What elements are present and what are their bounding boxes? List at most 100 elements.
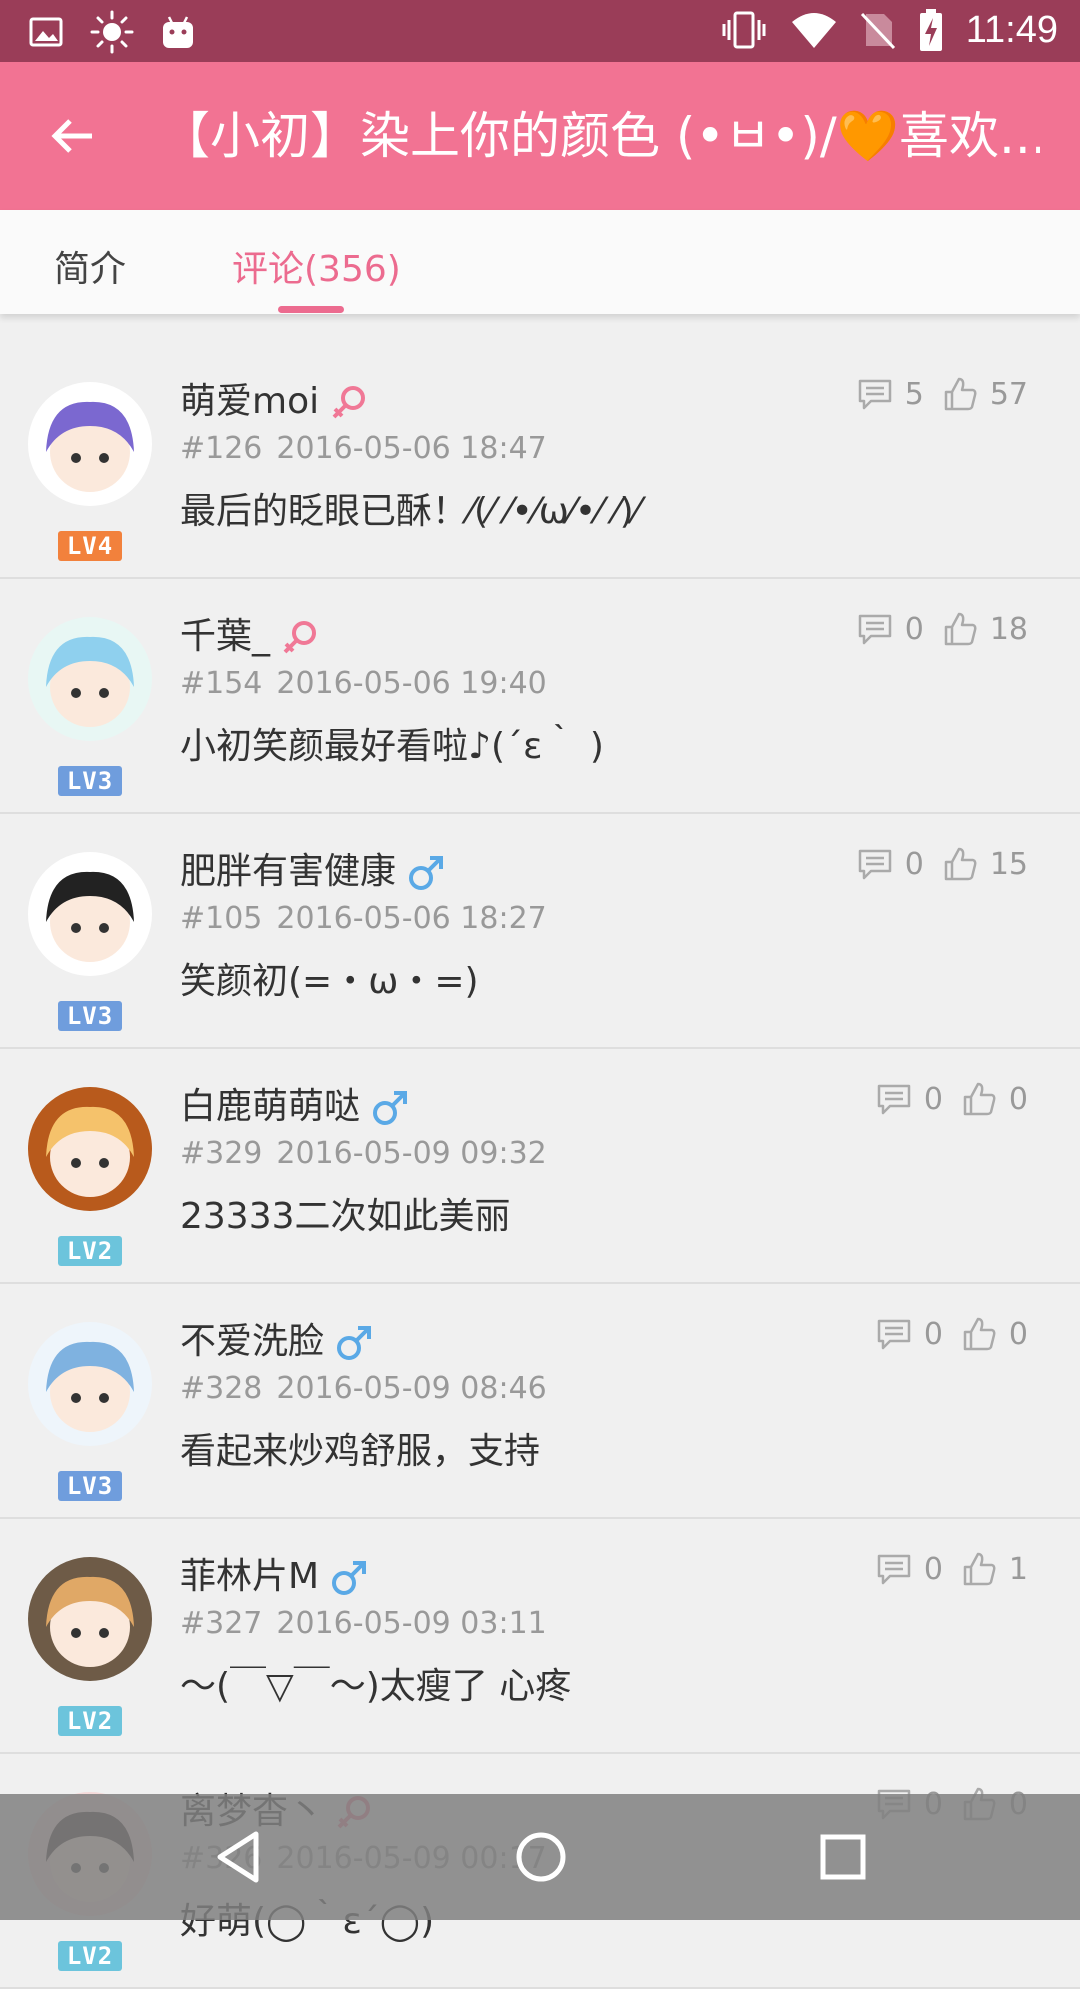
- floor-number: #328: [180, 1371, 263, 1406]
- level-badge: LV2: [58, 1706, 122, 1736]
- battery-charging-icon: [919, 9, 942, 51]
- level-badge: LV2: [58, 1941, 122, 1971]
- like-count: 18: [989, 611, 1028, 647]
- comment-meta: #327 2016-05-09 03:11: [180, 1606, 547, 1641]
- page-title: 【小初】染上你的颜色 (•ㅂ•)/🧡喜欢...: [160, 107, 1040, 165]
- male-icon: [332, 1561, 367, 1595]
- navigation-bar: [0, 1794, 1080, 1920]
- wifi-icon: [791, 13, 836, 48]
- floor-number: #327: [180, 1606, 263, 1641]
- reply-icon[interactable]: [857, 611, 893, 647]
- tab-intro[interactable]: 简介: [54, 240, 126, 292]
- like-icon[interactable]: [961, 1316, 997, 1352]
- username-text[interactable]: 白鹿萌萌哒: [180, 1086, 360, 1127]
- no-sim-icon: [860, 12, 895, 50]
- like-icon[interactable]: [961, 1551, 997, 1587]
- avatar[interactable]: [28, 617, 152, 741]
- reply-icon[interactable]: [876, 1316, 912, 1352]
- comment-item[interactable]: LV3 肥胖有害健康 #105 2016-05-06 18:27 笑颜初(=・ω・=) 0…: [0, 814, 1080, 1049]
- comment-item[interactable]: LV4 萌爱moi #126 2016-05-06 18:47 最后的眨眼已酥！⁄(⁄ …: [0, 344, 1080, 579]
- brightness-icon: [90, 10, 134, 54]
- timestamp: 2016-05-06 19:40: [276, 666, 547, 701]
- clock: 11:49: [965, 8, 1058, 51]
- like-icon[interactable]: [942, 611, 978, 647]
- comment-text: 23333二次如此美丽: [180, 1196, 511, 1237]
- avatar[interactable]: [28, 852, 152, 976]
- username[interactable]: 萌爱moi: [180, 372, 369, 424]
- female-icon: [332, 386, 366, 419]
- status-right-icons: 11:49: [720, 8, 1058, 52]
- like-icon[interactable]: [942, 846, 978, 882]
- comment-text: 笑颜初(=・ω・=): [180, 961, 479, 1002]
- reply-icon[interactable]: [857, 846, 893, 882]
- avatar[interactable]: [28, 382, 152, 506]
- like-icon[interactable]: [942, 376, 978, 412]
- level-badge: LV4: [58, 531, 122, 561]
- tab-indicator: [278, 306, 344, 313]
- like-count: 57: [989, 376, 1028, 412]
- comment-stats: 5 57: [857, 376, 1028, 412]
- comment-item[interactable]: LV3 千葉_ #154 2016-05-06 19:40 小初笑颜最好看啦♪(´ε｀ …: [0, 579, 1080, 814]
- home-icon[interactable]: [508, 1824, 574, 1890]
- reply-icon[interactable]: [876, 1551, 912, 1587]
- like-icon[interactable]: [961, 1081, 997, 1117]
- vibrate-icon: [722, 11, 766, 49]
- comment-text: 最后的眨眼已酥！⁄(⁄ ⁄•⁄ω⁄•⁄ ⁄)⁄: [180, 491, 640, 532]
- tab-bar: 简介 评论(356): [0, 210, 1080, 314]
- username-text[interactable]: 菲林片M: [180, 1556, 319, 1597]
- reply-icon[interactable]: [857, 376, 893, 412]
- username-text[interactable]: 不爱洗脸: [180, 1321, 324, 1362]
- username[interactable]: 不爱洗脸: [180, 1312, 374, 1364]
- reply-count: 0: [904, 611, 924, 647]
- status-left-icons: [28, 10, 196, 54]
- username-text[interactable]: 千葉_: [180, 616, 270, 657]
- reply-count: 0: [923, 1081, 943, 1117]
- comment-meta: #329 2016-05-09 09:32: [180, 1136, 547, 1171]
- timestamp: 2016-05-06 18:27: [276, 901, 547, 936]
- reply-count: 0: [904, 846, 924, 882]
- female-icon: [283, 621, 317, 654]
- app-bar: 【小初】染上你的颜色 (•ㅂ•)/🧡喜欢...: [0, 62, 1080, 210]
- comment-meta: #328 2016-05-09 08:46: [180, 1371, 547, 1406]
- avatar[interactable]: [28, 1322, 152, 1446]
- comment-stats: 00: [876, 1081, 1028, 1117]
- comment-item[interactable]: LV3 不爱洗脸 #328 2016-05-09 08:46 看起来炒鸡舒服，支持 0 0: [0, 1284, 1080, 1519]
- reply-icon[interactable]: [876, 1081, 912, 1117]
- username-text[interactable]: 萌爱moi: [180, 381, 319, 422]
- back-arrow-icon[interactable]: [48, 112, 96, 160]
- back-icon[interactable]: [206, 1824, 272, 1890]
- timestamp: 2016-05-06 18:47: [276, 431, 547, 466]
- level-badge: LV2: [58, 1236, 122, 1266]
- timestamp: 2016-05-09 03:11: [276, 1606, 547, 1641]
- comment-stats: 00: [876, 1316, 1028, 1352]
- comment-list[interactable]: LV4 萌爱moi #126 2016-05-06 18:47 最后的眨眼已酥！⁄(⁄ …: [0, 344, 1080, 1989]
- like-count: 0: [1008, 1081, 1028, 1117]
- image-icon: [29, 17, 63, 47]
- floor-number: #105: [180, 901, 263, 936]
- username-text[interactable]: 肥胖有害健康: [180, 851, 396, 892]
- username[interactable]: 菲林片M: [180, 1547, 369, 1599]
- status-bar: 11:49: [0, 0, 1080, 62]
- comment-stats: 01: [876, 1551, 1028, 1587]
- tab-comments[interactable]: 评论(356): [232, 240, 401, 292]
- comment-item[interactable]: LV2 白鹿萌萌哒 #329 2016-05-09 09:32 23333二次如此美丽 0…: [0, 1049, 1080, 1284]
- reply-count: 0: [923, 1316, 943, 1352]
- username[interactable]: 肥胖有害健康: [180, 842, 446, 894]
- comment-item[interactable]: LV2 菲林片M #327 2016-05-09 03:11 ～(￣▽￣～)太瘦了 心疼…: [0, 1519, 1080, 1754]
- username[interactable]: 白鹿萌萌哒: [180, 1077, 410, 1129]
- reply-count: 0: [923, 1551, 943, 1587]
- comment-stats: 0 18: [857, 611, 1028, 647]
- floor-number: #154: [180, 666, 263, 701]
- recents-icon[interactable]: [810, 1824, 876, 1890]
- comment-meta: #126 2016-05-06 18:47: [180, 431, 547, 466]
- comment-text: ～(￣▽￣～)太瘦了 心疼: [180, 1666, 572, 1707]
- avatar[interactable]: [28, 1087, 152, 1211]
- like-count: 1: [1008, 1551, 1028, 1587]
- comment-stats: 0 15: [857, 846, 1028, 882]
- avatar[interactable]: [28, 1557, 152, 1681]
- floor-number: #126: [180, 431, 263, 466]
- like-count: 15: [989, 846, 1028, 882]
- male-icon: [337, 1326, 372, 1360]
- comment-text: 小初笑颜最好看啦♪(´ε｀ ): [180, 726, 604, 767]
- username[interactable]: 千葉_: [180, 607, 320, 659]
